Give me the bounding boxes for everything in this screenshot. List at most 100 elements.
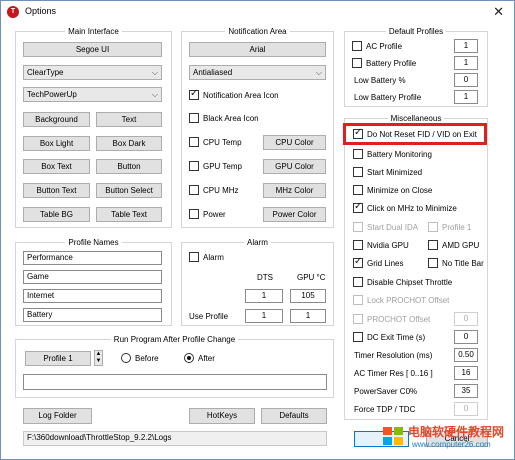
- checkbox-box[interactable]: [189, 161, 199, 171]
- timer-resolution-input[interactable]: 0.50: [454, 348, 478, 362]
- button-select-button[interactable]: Button Select: [96, 183, 162, 198]
- log-folder-button[interactable]: Log Folder: [23, 408, 92, 424]
- gpu-color-button[interactable]: GPU Color: [263, 159, 326, 174]
- profile-name-4-input[interactable]: Battery: [23, 308, 162, 322]
- checkbox-box[interactable]: [428, 222, 438, 232]
- profile-name-1-input[interactable]: Performance: [23, 251, 162, 265]
- checkbox-box[interactable]: [353, 314, 363, 324]
- background-button[interactable]: Background: [23, 112, 90, 127]
- notification-area-icon-checkbox[interactable]: Notification Area Icon: [189, 88, 279, 100]
- cpu-color-button[interactable]: CPU Color: [263, 135, 326, 150]
- box-light-button[interactable]: Box Light: [23, 136, 90, 151]
- checkbox-box[interactable]: [189, 252, 199, 262]
- ac-profile-checkbox[interactable]: AC Profile: [352, 41, 402, 51]
- start-minimized-checkbox[interactable]: Start Minimized: [353, 167, 422, 177]
- power-color-button[interactable]: Power Color: [263, 207, 326, 222]
- checkbox-box[interactable]: [352, 41, 362, 51]
- nvidia-gpu-checkbox[interactable]: Nvidia GPU: [353, 240, 409, 250]
- no-title-bar-checkbox[interactable]: No Title Bar: [428, 258, 484, 268]
- after-radio[interactable]: After: [184, 353, 215, 363]
- force-tdp-input[interactable]: 0: [454, 402, 478, 416]
- checkbox-box[interactable]: [189, 137, 199, 147]
- prochot-offset-checkbox[interactable]: PROCHOT Offset: [353, 314, 430, 324]
- checkbox-box[interactable]: [428, 240, 438, 250]
- run-program-path-input[interactable]: [23, 374, 327, 390]
- button-color-button[interactable]: Button: [96, 159, 162, 174]
- checkbox-box[interactable]: [353, 295, 363, 305]
- dc-exit-time-checkbox[interactable]: DC Exit Time (s): [353, 332, 425, 342]
- box-dark-button[interactable]: Box Dark: [96, 136, 162, 151]
- radio-dot[interactable]: [121, 353, 131, 363]
- lock-prochot-checkbox[interactable]: Lock PROCHOT Offset: [353, 295, 449, 305]
- grid-lines-checkbox[interactable]: Grid Lines: [353, 256, 403, 268]
- dts-label: DTS: [257, 273, 273, 282]
- battery-monitoring-checkbox[interactable]: Battery Monitoring: [353, 149, 432, 159]
- checkbox-box[interactable]: [353, 167, 363, 177]
- gpu-temp-checkbox[interactable]: GPU Temp: [189, 161, 242, 171]
- checkbox-box[interactable]: [353, 256, 363, 268]
- start-dual-ida-checkbox[interactable]: Start Dual IDA: [353, 222, 418, 232]
- low-battery-percent-input[interactable]: 0: [454, 73, 478, 87]
- checkbox-box[interactable]: [352, 58, 362, 68]
- alarm-profile-gpu-input[interactable]: 1: [290, 309, 326, 323]
- low-battery-profile-input[interactable]: 1: [454, 90, 478, 104]
- notification-font-button[interactable]: Arial: [189, 42, 326, 57]
- battery-profile-input[interactable]: 1: [454, 56, 478, 70]
- checkbox-box[interactable]: [353, 332, 363, 342]
- alarm-dts-input[interactable]: 1: [245, 289, 283, 303]
- checkbox-box[interactable]: [353, 240, 363, 250]
- profile-name-2-input[interactable]: Game: [23, 270, 162, 284]
- checkbox-box[interactable]: [353, 149, 363, 159]
- skin-select[interactable]: TechPowerUp ⌵: [23, 87, 162, 102]
- battery-profile-checkbox[interactable]: Battery Profile: [352, 58, 416, 68]
- box-text-button[interactable]: Box Text: [23, 159, 90, 174]
- profile-name-3-input[interactable]: Internet: [23, 289, 162, 303]
- mhz-color-button[interactable]: MHz Color: [263, 183, 326, 198]
- button-text-button[interactable]: Button Text: [23, 183, 90, 198]
- click-mhz-minimize-checkbox[interactable]: Click on MHz to Minimize: [353, 201, 457, 213]
- smoothing-select[interactable]: ClearType ⌵: [23, 65, 162, 80]
- checkbox-box[interactable]: [189, 88, 199, 100]
- hotkeys-button[interactable]: HotKeys: [189, 408, 255, 424]
- table-text-button[interactable]: Table Text: [96, 207, 162, 222]
- alarm-gpu-input[interactable]: 105: [290, 289, 326, 303]
- checkbox-box[interactable]: [353, 201, 363, 213]
- checkbox-box[interactable]: [428, 258, 438, 268]
- ac-profile-input[interactable]: 1: [454, 39, 478, 53]
- checkbox-box[interactable]: [189, 185, 199, 195]
- alarm-checkbox[interactable]: Alarm: [189, 252, 224, 262]
- dual-ida-profile-checkbox[interactable]: Profile 1: [428, 222, 471, 232]
- notification-area-title: Notification Area: [225, 27, 290, 36]
- gpu-temp-label: GPU °C: [297, 273, 326, 282]
- prochot-offset-input[interactable]: 0: [454, 312, 478, 326]
- spinner-up-icon[interactable]: ▲: [95, 351, 102, 358]
- minimize-on-close-checkbox[interactable]: Minimize on Close: [353, 185, 432, 195]
- run-profile-button[interactable]: Profile 1: [25, 351, 91, 366]
- powersaver-input[interactable]: 35: [454, 384, 478, 398]
- main-font-button[interactable]: Segoe UI: [23, 42, 162, 57]
- cpu-mhz-checkbox[interactable]: CPU MHz: [189, 185, 239, 195]
- checkbox-box[interactable]: [189, 209, 199, 219]
- checkbox-box[interactable]: [353, 185, 363, 195]
- black-area-icon-checkbox[interactable]: Black Area Icon: [189, 113, 259, 123]
- profile-spinner[interactable]: ▲ ▼: [94, 350, 103, 366]
- defaults-button[interactable]: Defaults: [261, 408, 327, 424]
- checkbox-box[interactable]: [189, 113, 199, 123]
- checkbox-box[interactable]: [353, 277, 363, 287]
- table-bg-button[interactable]: Table BG: [23, 207, 90, 222]
- checkbox-box[interactable]: [353, 222, 363, 232]
- dc-exit-time-input[interactable]: 0: [454, 330, 478, 344]
- text-button[interactable]: Text: [96, 112, 162, 127]
- cpu-temp-checkbox[interactable]: CPU Temp: [189, 137, 242, 147]
- radio-dot[interactable]: [184, 353, 194, 363]
- notification-smoothing-select[interactable]: Antialiased ⌵: [189, 65, 326, 80]
- before-radio[interactable]: Before: [121, 353, 159, 363]
- alarm-profile-dts-input[interactable]: 1: [245, 309, 283, 323]
- power-checkbox[interactable]: Power: [189, 209, 226, 219]
- spinner-down-icon[interactable]: ▼: [95, 358, 102, 365]
- close-icon[interactable]: ✕: [493, 4, 504, 20]
- window-title: Options: [25, 6, 57, 16]
- ac-timer-res-input[interactable]: 16: [454, 366, 478, 380]
- amd-gpu-checkbox[interactable]: AMD GPU: [428, 240, 479, 250]
- disable-chipset-throttle-checkbox[interactable]: Disable Chipset Throttle: [353, 277, 452, 287]
